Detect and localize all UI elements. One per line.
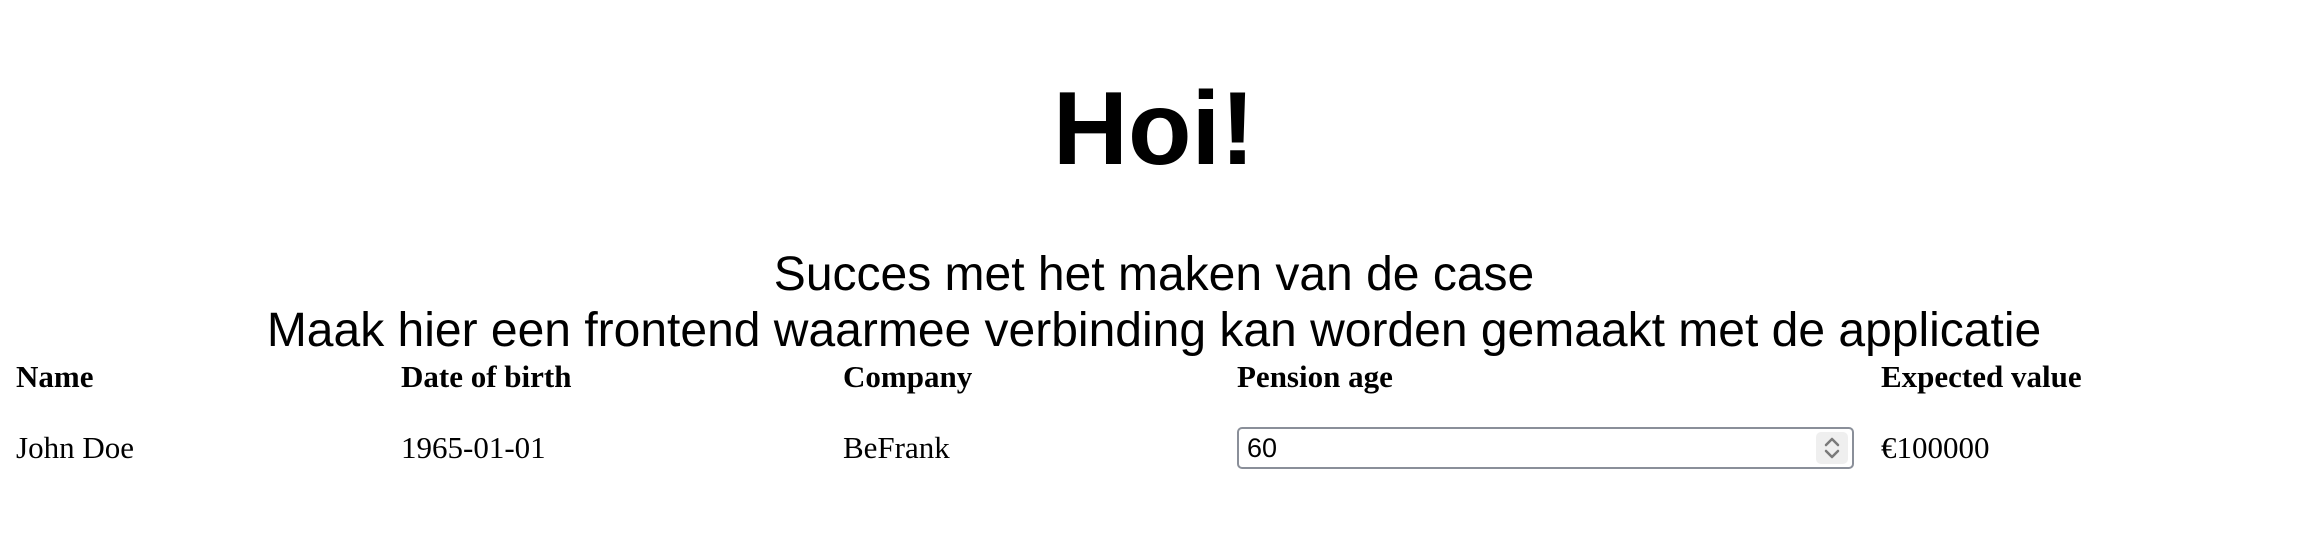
table-header: Name Date of birth Company Pension age E… [16, 356, 2181, 398]
column-header-expected-value: Expected value [1881, 359, 2082, 394]
column-header-company: Company [843, 359, 973, 394]
table-body: John Doe 1965-01-01 BeFrank €100000 [16, 398, 2181, 498]
cell-name: John Doe [16, 430, 134, 465]
cell-pension-age [1237, 398, 1881, 498]
pension-age-field[interactable] [1237, 427, 1854, 469]
pension-age-input[interactable] [1247, 429, 1787, 467]
pension-table: Name Date of birth Company Pension age E… [16, 356, 2181, 498]
table-header-row: Name Date of birth Company Pension age E… [16, 356, 2181, 398]
column-header-date-of-birth: Date of birth [401, 359, 572, 394]
cell-company: BeFrank [843, 430, 950, 465]
page-subtitle: Succes met het maken van de case [773, 248, 1535, 301]
column-header-pension-age: Pension age [1237, 359, 1393, 394]
table-row: John Doe 1965-01-01 BeFrank €100000 [16, 398, 2181, 498]
page-title: Hoi! [1052, 71, 1256, 187]
column-header-name: Name [16, 359, 94, 394]
cell-date-of-birth: 1965-01-01 [401, 430, 546, 465]
cell-expected-value: €100000 [1881, 430, 1990, 465]
chevron-up-down-icon[interactable] [1816, 432, 1848, 464]
page-description: Maak hier een frontend waarmee verbindin… [266, 304, 2042, 357]
